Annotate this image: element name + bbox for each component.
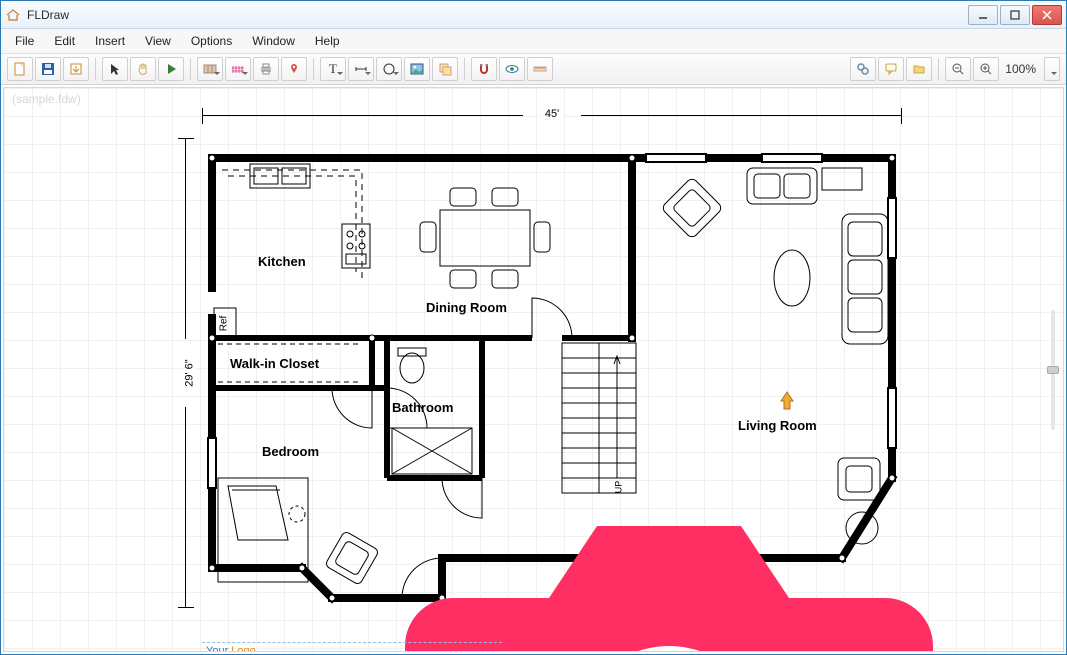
ruler-button[interactable] xyxy=(527,57,553,81)
zoom-level: 100% xyxy=(1001,62,1042,76)
arrow-marker-icon xyxy=(778,390,796,412)
window-controls xyxy=(968,5,1062,25)
label-bathroom: Bathroom xyxy=(392,400,453,415)
canvas[interactable]: (sample.fdw) 45' 29' 6" xyxy=(3,87,1064,652)
pin-icon xyxy=(287,62,301,76)
shape-tool[interactable] xyxy=(376,57,402,81)
separator xyxy=(464,58,465,80)
new-file-button[interactable] xyxy=(7,57,33,81)
label-bedroom: Bedroom xyxy=(262,444,319,459)
separator xyxy=(190,58,191,80)
label-dining: Dining Room xyxy=(426,300,507,315)
import-icon xyxy=(69,62,83,76)
grid-button[interactable] xyxy=(197,57,223,81)
menu-window[interactable]: Window xyxy=(244,31,303,51)
settings-button[interactable] xyxy=(850,57,876,81)
separator xyxy=(313,58,314,80)
zoom-out-icon xyxy=(951,62,965,76)
separator xyxy=(938,58,939,80)
folder-icon xyxy=(912,62,926,76)
layer-icon xyxy=(438,62,452,76)
menu-options[interactable]: Options xyxy=(183,31,240,51)
menu-insert[interactable]: Insert xyxy=(87,31,133,51)
visibility-button[interactable] xyxy=(499,57,525,81)
save-button[interactable] xyxy=(35,57,61,81)
text-tool[interactable]: T xyxy=(320,57,346,81)
layer-tool[interactable] xyxy=(432,57,458,81)
fence-button[interactable] xyxy=(225,57,251,81)
hand-icon xyxy=(136,62,150,76)
dimension-icon xyxy=(354,62,368,76)
circle-icon xyxy=(382,62,396,76)
pin-button[interactable] xyxy=(281,57,307,81)
label-living: Living Room xyxy=(738,418,817,433)
image-icon xyxy=(410,62,424,76)
printer-icon xyxy=(259,62,273,76)
label-closet: Walk-in Closet xyxy=(230,356,319,371)
logo-placeholder: Your Logo xyxy=(202,642,502,652)
separator xyxy=(95,58,96,80)
floorplan-drawing[interactable]: Kitchen Dining Room Living Room Walk-in … xyxy=(202,138,902,618)
app-window: FLDraw File Edit Insert View Options Win… xyxy=(0,0,1067,655)
menu-edit[interactable]: Edit xyxy=(46,31,83,51)
gear-icon xyxy=(856,62,870,76)
pointer-tool[interactable] xyxy=(102,57,128,81)
toolbar: T 100% xyxy=(1,53,1066,85)
label-kitchen: Kitchen xyxy=(258,254,306,269)
image-tool[interactable] xyxy=(404,57,430,81)
file-icon xyxy=(13,62,27,76)
logo-part1: Your xyxy=(206,645,231,652)
print-button[interactable] xyxy=(253,57,279,81)
zoom-out-button[interactable] xyxy=(945,57,971,81)
magnet-icon xyxy=(477,62,491,76)
import-button[interactable] xyxy=(63,57,89,81)
menu-help[interactable]: Help xyxy=(307,31,348,51)
floor-plan: 45' 29' 6" xyxy=(202,108,902,636)
location-marker[interactable] xyxy=(778,390,796,412)
zoom-in-button[interactable] xyxy=(973,57,999,81)
camera-icon[interactable] xyxy=(319,478,1019,652)
dimension-tool[interactable] xyxy=(348,57,374,81)
dimension-width-label: 45' xyxy=(541,108,563,120)
dimension-horizontal: 45' xyxy=(202,108,902,124)
close-icon xyxy=(1042,10,1052,20)
titlebar: FLDraw xyxy=(1,1,1066,29)
fence-icon xyxy=(231,62,245,76)
save-icon xyxy=(41,62,55,76)
folder-button[interactable] xyxy=(906,57,932,81)
close-button[interactable] xyxy=(1032,5,1062,25)
comment-button[interactable] xyxy=(878,57,904,81)
pan-tool[interactable] xyxy=(130,57,156,81)
snap-button[interactable] xyxy=(471,57,497,81)
filename-hint: (sample.fdw) xyxy=(12,92,81,106)
label-ref: Ref xyxy=(218,316,229,332)
menu-file[interactable]: File xyxy=(7,31,42,51)
minimize-icon xyxy=(978,10,988,20)
slider-thumb[interactable] xyxy=(1047,366,1059,374)
eye-icon xyxy=(505,62,519,76)
dimension-height-label: 29' 6" xyxy=(184,355,196,390)
grid-icon xyxy=(203,62,217,76)
app-icon xyxy=(5,7,21,23)
dimension-vertical: 29' 6" xyxy=(178,138,194,608)
menu-view[interactable]: View xyxy=(137,31,179,51)
logo-part2: Logo xyxy=(231,645,255,652)
vertical-slider[interactable] xyxy=(1051,310,1055,430)
text-icon: T xyxy=(329,61,337,77)
minimize-button[interactable] xyxy=(968,5,998,25)
window-title: FLDraw xyxy=(27,8,968,22)
ruler-icon xyxy=(533,62,547,76)
zoom-dropdown[interactable] xyxy=(1044,57,1060,81)
menubar: File Edit Insert View Options Window Hel… xyxy=(1,29,1066,53)
zoom-in-icon xyxy=(979,62,993,76)
maximize-button[interactable] xyxy=(1000,5,1030,25)
comment-icon xyxy=(884,62,898,76)
maximize-icon xyxy=(1010,10,1020,20)
play-button[interactable] xyxy=(158,57,184,81)
pointer-icon xyxy=(108,62,122,76)
play-icon xyxy=(164,62,178,76)
